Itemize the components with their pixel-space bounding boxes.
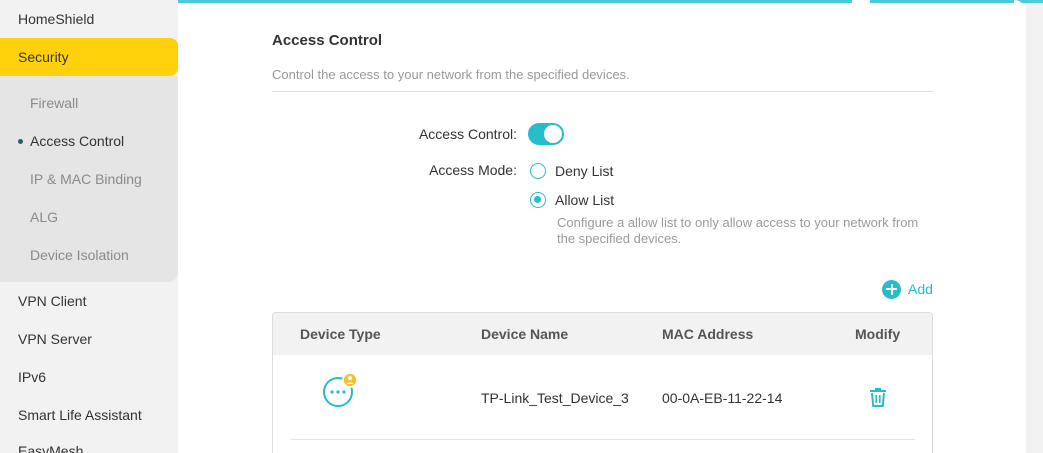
deny-list-label[interactable]: Deny List (555, 163, 613, 179)
page-title: Access Control (272, 32, 383, 49)
row-divider (291, 439, 915, 440)
radio-selected-dot (534, 196, 541, 203)
sidebar-item-security[interactable]: Security (0, 38, 178, 76)
add-button-label: Add (908, 281, 933, 297)
page-description: Control the access to your network from … (272, 67, 630, 82)
sidebar-item-ipv6[interactable]: IPv6 (0, 358, 178, 396)
sidebar-item-easymesh[interactable]: EasyMesh (0, 432, 178, 453)
subnav-item-label: Access Control (30, 133, 125, 149)
subnav-item-alg[interactable]: ALG (0, 198, 178, 236)
column-header-modify: Modify (855, 326, 901, 342)
allow-list-hint: Configure a allow list to only allow acc… (557, 215, 919, 246)
sidebar-item-homeshield[interactable]: HomeShield (0, 0, 178, 38)
sidebar-item-vpn-server[interactable]: VPN Server (0, 320, 178, 358)
plus-circle-icon (882, 279, 901, 299)
sidebar-item-smart-life-assistant[interactable]: Smart Life Assistant (0, 396, 178, 434)
column-header-device-type: Device Type (300, 326, 381, 342)
title-divider (272, 91, 933, 92)
column-header-mac-address: MAC Address (662, 326, 754, 342)
device-name-cell: TP-Link_Test_Device_3 (481, 390, 629, 406)
table-header: Device Type Device Name MAC Address Modi… (273, 313, 932, 355)
sidebar: HomeShield Security Firewall Access Cont… (0, 0, 178, 453)
deny-list-radio[interactable] (530, 163, 546, 179)
allow-list-radio[interactable] (530, 192, 546, 208)
allow-list-label[interactable]: Allow List (555, 192, 614, 208)
access-control-label: Access Control: (418, 126, 517, 142)
subnav-item-ip-mac-binding[interactable]: IP & MAC Binding (0, 160, 178, 198)
mac-address-cell: 00-0A-EB-11-22-14 (662, 390, 783, 406)
trash-icon[interactable] (867, 386, 889, 408)
toggle-knob (544, 125, 562, 143)
current-item-dot (18, 139, 23, 144)
subnav-item-device-isolation[interactable]: Device Isolation (0, 236, 178, 274)
sidebar-item-vpn-client[interactable]: VPN Client (0, 282, 178, 320)
subnav-item-firewall[interactable]: Firewall (0, 84, 178, 122)
column-header-device-name: Device Name (481, 326, 569, 342)
subnav-item-access-control[interactable]: Access Control (0, 122, 178, 160)
device-icon (322, 372, 358, 409)
access-control-toggle[interactable] (528, 123, 564, 145)
device-table: Device Type Device Name MAC Address Modi… (272, 312, 933, 453)
access-mode-label: Access Mode: (429, 162, 517, 178)
right-margin (1026, 3, 1043, 453)
add-button[interactable]: Add (882, 279, 933, 299)
